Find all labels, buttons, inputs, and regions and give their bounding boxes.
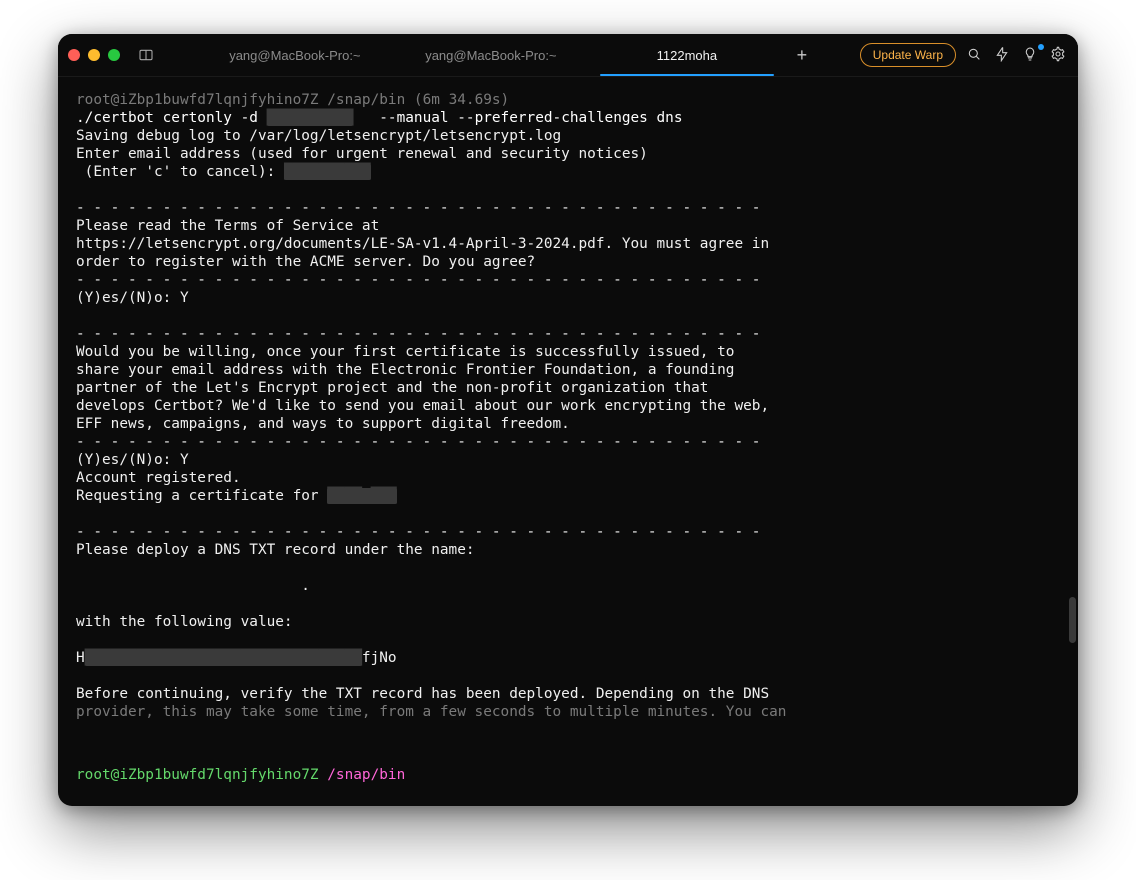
redacted-txt-value: ████████████████████████████████ (85, 650, 362, 666)
out-dns-name-tail: . (301, 578, 310, 594)
out-tos3: order to register with the ACME server. … (76, 254, 535, 270)
cmd-prefix: ./certbot certonly -d (76, 110, 258, 126)
out-dns1: Please deploy a DNS TXT record under the… (76, 542, 475, 558)
window-minimize-button[interactable] (88, 49, 100, 61)
settings-gear-icon[interactable] (1050, 46, 1068, 64)
out-sep4: - - - - - - - - - - - - - - - - - - - - … (76, 434, 760, 450)
out-l3: (Enter 'c' to cancel): (76, 164, 284, 180)
redacted-email: ██████████ (284, 164, 371, 180)
out-l2: Enter email address (used for urgent ren… (76, 146, 648, 162)
out-sep2: - - - - - - - - - - - - - - - - - - - - … (76, 272, 760, 288)
search-icon[interactable] (966, 46, 984, 64)
titlebar: yang@MacBook-Pro:~ yang@MacBook-Pro:~ 11… (58, 34, 1078, 77)
redacted-cert-for: ████ ███ (327, 488, 396, 504)
block-header-path: /snap/bin (327, 92, 405, 108)
out-tos1: Please read the Terms of Service at (76, 218, 379, 234)
tab-strip: yang@MacBook-Pro:~ yang@MacBook-Pro:~ 11… (162, 35, 854, 75)
new-tab-button[interactable]: + (786, 41, 818, 69)
out-before1: Before continuing, verify the TXT record… (76, 686, 769, 702)
out-sep3: - - - - - - - - - - - - - - - - - - - - … (76, 326, 760, 342)
out-yn1: (Y)es/(N)o: Y (76, 290, 189, 306)
out-eff3: partner of the Let's Encrypt project and… (76, 380, 708, 396)
window-traffic-lights (68, 49, 120, 61)
window-close-button[interactable] (68, 49, 80, 61)
prompt-path-bin: bin (379, 767, 405, 783)
titlebar-tools: Update Warp (860, 43, 1068, 67)
out-withval: with the following value: (76, 614, 293, 630)
out-eff1: Would you be willing, once your first ce… (76, 344, 734, 360)
scrollbar-thumb[interactable] (1069, 597, 1076, 643)
out-yn2: (Y)es/(N)o: Y (76, 452, 189, 468)
out-sep5: - - - - - - - - - - - - - - - - - - - - … (76, 524, 760, 540)
tab-1[interactable]: yang@MacBook-Pro:~ (394, 35, 588, 75)
out-l1: Saving debug log to /var/log/letsencrypt… (76, 128, 561, 144)
out-req: Requesting a certificate for (76, 488, 327, 504)
out-tos2: https://letsencrypt.org/documents/LE-SA-… (76, 236, 769, 252)
terminal-viewport[interactable]: root@iZbp1buwfd7lqnjfyhino7Z /snap/bin (… (58, 77, 1078, 806)
prompt-user-host: root@iZbp1buwfd7lqnjfyhino7Z (76, 767, 319, 783)
out-acc: Account registered. (76, 470, 241, 486)
out-val-prefix: H (76, 650, 85, 666)
out-eff5: EFF news, campaigns, and ways to support… (76, 416, 570, 432)
cmd-suffix: --manual --preferred-challenges dns (379, 110, 682, 126)
tab-0[interactable]: yang@MacBook-Pro:~ (198, 35, 392, 75)
notification-dot (1038, 44, 1044, 50)
app-window: yang@MacBook-Pro:~ yang@MacBook-Pro:~ 11… (58, 34, 1078, 806)
prompt-line[interactable]: root@iZbp1buwfd7lqnjfyhino7Z /snap/bin (76, 766, 1060, 784)
out-sep1: - - - - - - - - - - - - - - - - - - - - … (76, 200, 760, 216)
window-maximize-button[interactable] (108, 49, 120, 61)
out-eff2: share your email address with the Electr… (76, 362, 734, 378)
block-header-timing: (6m 34.69s) (414, 92, 509, 108)
update-warp-button[interactable]: Update Warp (860, 43, 956, 67)
out-val-suffix: fjNo (362, 650, 397, 666)
bolt-icon[interactable] (994, 46, 1012, 64)
terminal-output: root@iZbp1buwfd7lqnjfyhino7Z /snap/bin (… (76, 91, 1060, 721)
redacted-domain: ██████████ (267, 110, 354, 126)
bulb-icon[interactable] (1022, 46, 1040, 64)
out-eff4: develops Certbot? We'd like to send you … (76, 398, 769, 414)
out-before2: provider, this may take some time, from … (76, 704, 786, 720)
tab-2[interactable]: 1122moha (590, 35, 784, 75)
prompt-path-dir: /snap/ (327, 767, 379, 783)
split-panel-icon[interactable] (136, 45, 156, 65)
block-header-userhost: root@iZbp1buwfd7lqnjfyhino7Z (76, 92, 319, 108)
